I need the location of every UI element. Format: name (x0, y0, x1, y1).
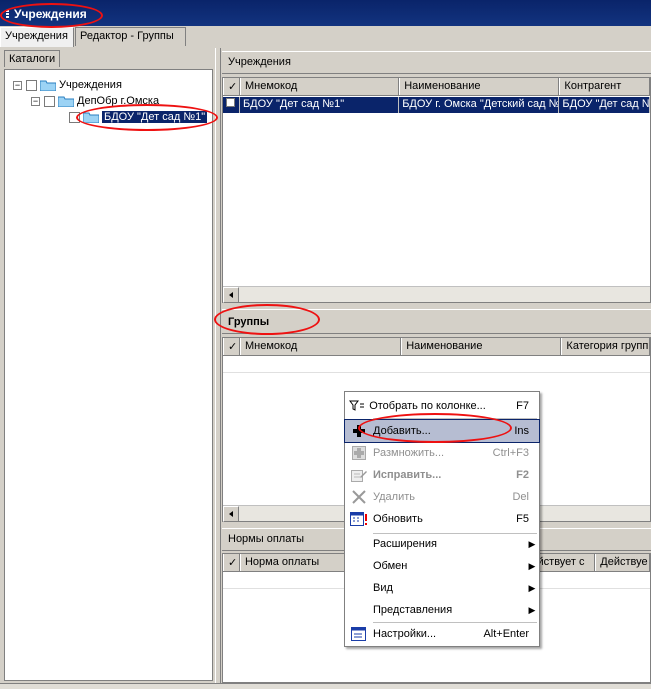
submenu-arrow-icon: ▶ (528, 582, 536, 593)
institutions-header: Учреждения (222, 51, 651, 74)
tree-node-institutions[interactable]: − Учреждения (13, 77, 122, 93)
settings-icon (345, 623, 373, 645)
tab-editor-groups[interactable]: Редактор - Группы (75, 27, 186, 46)
menu-item-refresh[interactable]: Обновить F5 (345, 508, 539, 530)
menu-item-settings[interactable]: Настройки... Alt+Enter (345, 623, 539, 645)
cell-mnemocode: БДОУ "Дет сад №1" (240, 97, 400, 113)
window-title: Учреждения (14, 7, 87, 21)
cell-name: БДОУ г. Омска "Детский сад № (399, 97, 560, 113)
vertical-splitter[interactable] (215, 48, 221, 684)
delete-icon (345, 486, 373, 508)
status-bar (0, 683, 651, 689)
window-title-bar[interactable]: Учреждения (0, 0, 651, 26)
menu-item-exchange[interactable]: Обмен ▶ (345, 555, 539, 577)
refresh-icon (345, 508, 373, 530)
column-check[interactable]: ✓ (223, 338, 240, 355)
tab-catalogs[interactable]: Каталоги (4, 50, 61, 67)
column-name[interactable]: Наименование (401, 338, 562, 355)
table-row[interactable]: БДОУ "Дет сад №1" БДОУ г. Омска "Детский… (223, 97, 650, 113)
window-menu-icon[interactable] (6, 10, 9, 19)
submenu-arrow-icon: ▶ (528, 538, 536, 549)
cell-counterparty: БДОУ "Дет сад № (559, 97, 650, 113)
row-checkbox[interactable] (226, 98, 235, 107)
column-group-category[interactable]: Категория групп (561, 338, 650, 355)
column-valid-to[interactable]: Действуе (595, 554, 651, 571)
menu-item-extensions[interactable]: Расширения ▶ (345, 533, 539, 555)
folder-icon (58, 95, 74, 107)
column-check[interactable]: ✓ (223, 78, 240, 95)
table-row[interactable] (223, 357, 650, 373)
tree-node-depobr[interactable]: − ДепОбр г.Омска (31, 93, 159, 109)
column-valid-from[interactable]: йствует с (532, 554, 596, 571)
edit-icon (345, 464, 373, 486)
menu-separator (373, 418, 537, 419)
folder-icon (40, 79, 56, 91)
submenu-arrow-icon: ▶ (528, 560, 536, 571)
menu-item-view[interactable]: Вид ▶ (345, 577, 539, 599)
groups-header: Группы (222, 309, 651, 334)
tab-institutions[interactable]: Учреждения (0, 27, 74, 47)
scroll-left-icon[interactable] (223, 287, 239, 303)
open-folder-icon (83, 111, 99, 123)
institutions-grid[interactable]: ✓ Мнемокод Наименование Контрагент БДОУ … (222, 77, 651, 303)
filter-icon (345, 395, 369, 417)
menu-item-edit[interactable]: Исправить... F2 (345, 464, 539, 486)
column-mnemocode[interactable]: Мнемокод (239, 78, 400, 95)
collapse-icon[interactable]: − (13, 80, 22, 90)
context-menu[interactable]: Отобрать по колонке... F7 Добавить... In… (344, 391, 540, 647)
column-name[interactable]: Наименование (399, 78, 560, 95)
column-mnemocode[interactable]: Мнемокод (239, 338, 402, 355)
column-check[interactable]: ✓ (223, 554, 240, 571)
node-checkbox[interactable] (69, 111, 80, 123)
menu-item-add[interactable]: Добавить... Ins (344, 419, 540, 443)
column-counterparty[interactable]: Контрагент (559, 78, 650, 95)
scroll-left-icon[interactable] (223, 506, 239, 522)
submenu-arrow-icon: ▶ (528, 604, 536, 615)
plus-icon (345, 420, 373, 442)
duplicate-icon (345, 442, 373, 464)
menu-item-filter-by-column[interactable]: Отобрать по колонке... F7 (345, 395, 539, 417)
catalog-tree[interactable]: − Учреждения − ДепОбр г.Омска БДОУ "Дет … (4, 69, 213, 681)
menu-item-views[interactable]: Представления ▶ (345, 599, 539, 621)
menu-item-duplicate[interactable]: Размножить... Ctrl+F3 (345, 442, 539, 464)
node-checkbox[interactable] (44, 95, 55, 107)
grid-header: ✓ Мнемокод Наименование Контрагент (223, 78, 650, 96)
horizontal-scrollbar[interactable] (223, 286, 650, 303)
collapse-icon[interactable]: − (31, 96, 40, 106)
node-checkbox[interactable] (26, 79, 37, 91)
grid-header: ✓ Мнемокод Наименование Категория групп (223, 338, 650, 356)
menu-item-delete[interactable]: Удалить Del (345, 486, 539, 508)
tree-node-kindergarten-1[interactable]: БДОУ "Дет сад №1" (69, 109, 208, 125)
